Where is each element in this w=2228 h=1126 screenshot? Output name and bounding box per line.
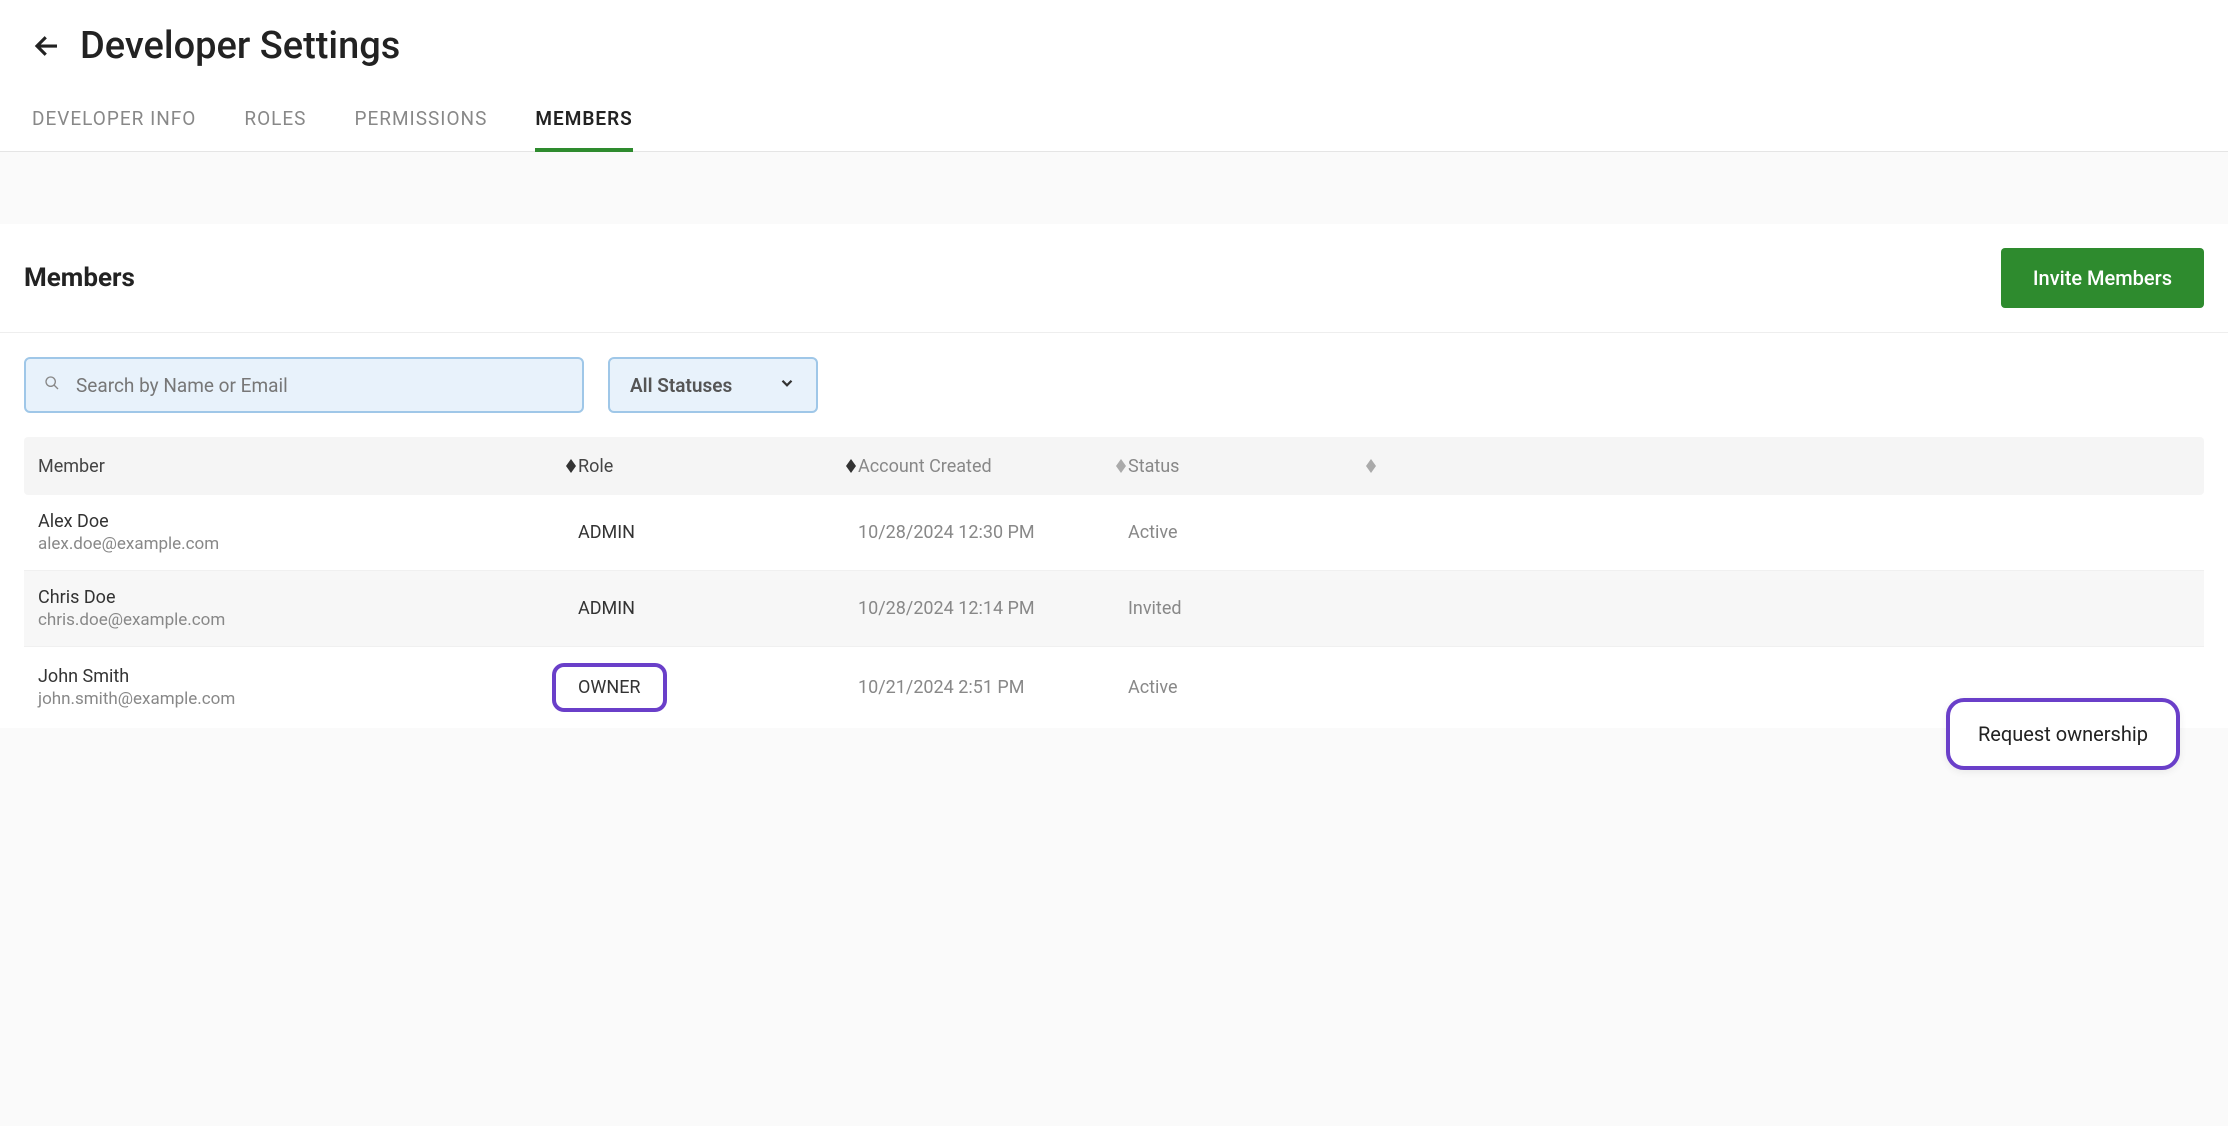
member-name: John Smith: [38, 666, 578, 687]
member-name: Alex Doe: [38, 511, 578, 532]
status-cell: Active: [1128, 522, 1378, 543]
tabs-nav: DEVELOPER INFO ROLES PERMISSIONS MEMBERS: [32, 106, 2196, 151]
more-vertical-icon[interactable]: [2172, 521, 2180, 545]
page-title: Developer Settings: [80, 24, 400, 68]
member-email: chris.doe@example.com: [38, 610, 578, 630]
column-header-account-created[interactable]: Account Created: [858, 455, 1128, 477]
column-header-status[interactable]: Status: [1128, 455, 1378, 477]
sort-icon: [844, 455, 858, 477]
column-header-role[interactable]: Role: [578, 455, 858, 477]
column-header-member[interactable]: Member: [38, 455, 578, 477]
section-title: Members: [24, 263, 135, 293]
member-email: john.smith@example.com: [38, 689, 578, 709]
role-cell: ADMIN: [578, 598, 858, 619]
member-cell: Chris Doe chris.doe@example.com: [38, 587, 578, 630]
column-header-created-label: Account Created: [858, 456, 992, 477]
search-icon: [44, 375, 60, 395]
table-row: Alex Doe alex.doe@example.com ADMIN 10/2…: [24, 495, 2204, 571]
table-row: John Smith john.smith@example.com OWNER …: [24, 647, 2204, 728]
tab-roles[interactable]: ROLES: [244, 107, 306, 152]
status-cell: Invited: [1128, 598, 1378, 619]
table-header: Member Role Account Created: [24, 437, 2204, 495]
status-filter-label: All Statuses: [630, 374, 732, 397]
tab-permissions[interactable]: PERMISSIONS: [354, 107, 487, 152]
sort-icon: [1364, 455, 1378, 477]
column-header-member-label: Member: [38, 456, 105, 477]
role-cell: ADMIN: [578, 522, 858, 543]
more-vertical-icon[interactable]: [2172, 597, 2180, 621]
member-email: alex.doe@example.com: [38, 534, 578, 554]
search-input[interactable]: [76, 374, 564, 397]
member-cell: John Smith john.smith@example.com: [38, 666, 578, 709]
column-header-status-label: Status: [1128, 456, 1179, 477]
owner-role-highlight: OWNER: [552, 663, 667, 712]
column-header-role-label: Role: [578, 456, 613, 477]
search-wrapper[interactable]: [24, 357, 584, 413]
table-row: Chris Doe chris.doe@example.com ADMIN 10…: [24, 571, 2204, 647]
created-cell: 10/21/2024 2:51 PM: [858, 677, 1128, 698]
sort-icon: [564, 455, 578, 477]
sort-icon: [1114, 455, 1128, 477]
invite-members-button[interactable]: Invite Members: [2001, 248, 2204, 308]
created-cell: 10/28/2024 12:14 PM: [858, 598, 1128, 619]
member-cell: Alex Doe alex.doe@example.com: [38, 511, 578, 554]
tab-developer-info[interactable]: DEVELOPER INFO: [32, 107, 196, 152]
created-cell: 10/28/2024 12:30 PM: [858, 522, 1128, 543]
back-arrow-icon[interactable]: [32, 31, 62, 61]
tab-members[interactable]: MEMBERS: [535, 107, 632, 152]
status-cell: Active: [1128, 677, 1378, 698]
chevron-down-icon: [778, 374, 796, 397]
member-name: Chris Doe: [38, 587, 578, 608]
status-filter-select[interactable]: All Statuses: [608, 357, 818, 413]
request-ownership-menu-item[interactable]: Request ownership: [1946, 698, 2180, 770]
